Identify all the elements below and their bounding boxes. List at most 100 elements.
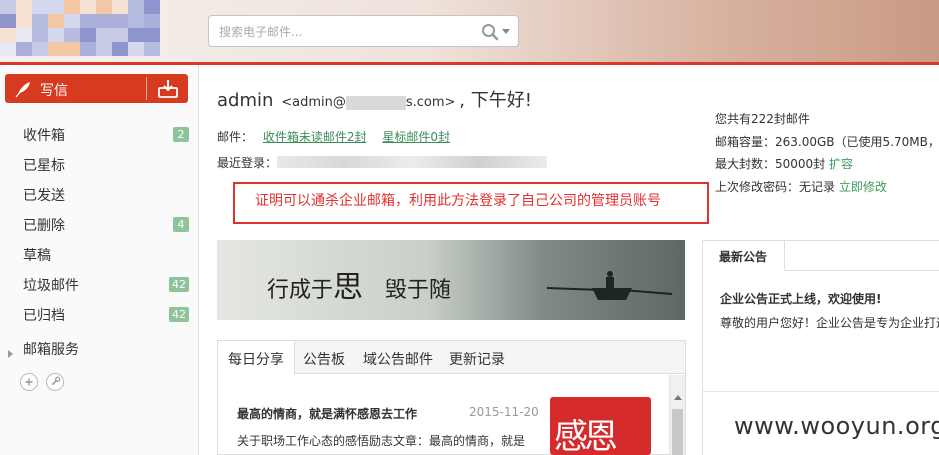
logo-mosaic-tile <box>80 28 96 42</box>
email-prefix: <admin@ <box>281 95 346 110</box>
watermark: www.wooyun.org <box>724 402 939 455</box>
receive-mail-icon[interactable] <box>157 79 179 99</box>
starred-mail-link[interactable]: 星标邮件0封 <box>382 130 450 144</box>
account-panel: 您共有222封邮件 邮箱容量：263.00GB（已使用5.70MB， 最大封数：… <box>702 65 939 455</box>
article-title[interactable]: 最高的情商，就是满怀感恩去工作 <box>237 405 417 422</box>
sidebar-item-deleted[interactable]: 已删除 4 <box>0 208 199 238</box>
mailbox-capacity: 邮箱容量：263.00GB（已使用5.70MB， <box>715 134 939 149</box>
banner-text-b: 毁于随 <box>385 278 452 303</box>
logo-mosaic-tile <box>96 28 112 42</box>
sidebar-item-archived[interactable]: 已归档 42 <box>0 298 199 328</box>
annotation-text: 证明可以通杀企业邮箱，利用此方法登录了自己公司的管理员账号 <box>255 193 661 209</box>
tab-domain-announcements[interactable]: 域公告邮件 <box>363 341 433 374</box>
logo-mosaic-tile <box>128 28 144 42</box>
announcement-headline[interactable]: 企业公告正式上线，欢迎使用! <box>720 290 881 307</box>
logo-mosaic-tile <box>16 14 32 28</box>
search-icon[interactable] <box>481 23 499 41</box>
logo-mosaic-tile <box>16 0 32 14</box>
sidebar-item-label: 已星标 <box>23 158 65 174</box>
logo-mosaic-tile <box>144 0 160 14</box>
count-badge: 42 <box>169 307 189 322</box>
logo-mosaic-tile <box>128 14 144 28</box>
logo-mosaic-tile <box>144 28 160 42</box>
tab-daily-share[interactable]: 每日分享 <box>218 341 295 375</box>
greeting: admin <admin@ s.com> , 下午好! <box>217 86 532 112</box>
logo-mosaic-tile <box>80 0 96 14</box>
article-body: 关于职场工作心态的感悟励志文章：最高的情商，就是 <box>237 434 526 448</box>
search-box[interactable] <box>208 15 519 47</box>
chevron-down-icon[interactable] <box>502 29 510 34</box>
scroll-thumb[interactable] <box>672 409 683 455</box>
add-icon[interactable] <box>20 373 38 391</box>
logo-mosaic-tile <box>128 0 144 14</box>
sidebar-item-drafts[interactable]: 草稿 <box>0 238 199 268</box>
logo-mosaic-tile <box>0 0 16 14</box>
expand-link[interactable]: 扩容 <box>829 157 853 171</box>
rowboat-icon <box>546 271 673 300</box>
search-input[interactable] <box>219 23 459 41</box>
password-row: 上次修改密码：无记录 立即修改 <box>715 176 939 199</box>
logo-mosaic-tile <box>64 28 80 42</box>
article-date: 2015-11-20 <box>469 405 539 419</box>
sidebar-item-label: 垃圾邮件 <box>23 278 79 294</box>
unread-mail-link[interactable]: 收件箱未读邮件2封 <box>263 130 367 144</box>
sidebar-item-label: 邮箱服务 <box>23 342 79 358</box>
password-label: 上次修改密码：无记录 <box>715 179 836 194</box>
logo-pixelated <box>0 0 165 56</box>
logo-mosaic-tile <box>64 0 80 14</box>
count-badge: 4 <box>173 217 189 232</box>
feather-icon <box>15 82 30 98</box>
banner-text: 行成于思 毁于随 <box>267 262 451 306</box>
logo-mosaic-tile <box>0 42 16 56</box>
sidebar-item-mail-services[interactable]: 邮箱服务 <box>0 332 199 362</box>
mail-summary: 邮件： 收件箱未读邮件2封 星标邮件0封 <box>217 128 450 145</box>
compose-button[interactable]: 写信 <box>5 74 188 103</box>
logo-mosaic-tile <box>32 0 48 14</box>
sidebar-item-sent[interactable]: 已发送 <box>0 178 199 208</box>
article-thumbnail[interactable]: 感恩 <box>550 397 651 455</box>
scroll-up-icon[interactable] <box>674 395 682 400</box>
user-email: <admin@ s.com> <box>281 95 455 110</box>
count-badge: 42 <box>169 277 189 292</box>
motto-banner: 行成于思 毁于随 <box>217 240 685 320</box>
max-mail-label: 最大封数：50000封 <box>715 157 826 171</box>
logo-mosaic-tile <box>16 42 32 56</box>
logo-mosaic-tile <box>32 28 48 42</box>
logo-mosaic-tile <box>32 42 48 56</box>
banner-text-big: 思 <box>333 270 364 305</box>
logo-mosaic-tile <box>0 28 16 42</box>
logo-mosaic-tile <box>144 42 160 56</box>
tab-changelog[interactable]: 更新记录 <box>449 341 505 374</box>
sidebar-item-starred[interactable]: 已星标 <box>0 148 199 178</box>
logo-mosaic-tile <box>144 14 160 28</box>
logo-mosaic-tile <box>32 14 48 28</box>
logo-mosaic-tile <box>64 14 80 28</box>
banner-text-a: 行成于 <box>267 278 334 303</box>
scrollbar[interactable] <box>669 375 685 455</box>
sidebar-item-inbox[interactable]: 收件箱 2 <box>0 118 199 148</box>
sidebar-item-spam[interactable]: 垃圾邮件 42 <box>0 268 199 298</box>
sidebar-item-label: 已归档 <box>23 308 65 324</box>
top-header <box>0 0 939 64</box>
email-redacted <box>345 95 406 110</box>
logo-mosaic-tile <box>112 14 128 28</box>
tab-bulletin-board[interactable]: 公告板 <box>303 341 345 374</box>
logo-mosaic-tile <box>112 42 128 56</box>
user-name: admin <box>217 90 274 111</box>
greeting-text: , 下午好! <box>459 90 532 111</box>
logo-mosaic-tile <box>48 28 64 42</box>
total-mail-count: 您共有222封邮件 <box>715 112 810 126</box>
wrench-icon[interactable] <box>46 373 64 391</box>
logo-mosaic-tile <box>48 14 64 28</box>
logo-mosaic-tile <box>48 42 64 56</box>
sidebar-item-label: 已发送 <box>23 188 65 204</box>
announcement-body: 尊敬的用户您好！企业公告是专为企业打造 <box>720 316 939 330</box>
change-password-link[interactable]: 立即修改 <box>839 180 887 194</box>
tab-latest-announcements[interactable]: 最新公告 <box>703 241 785 271</box>
sidebar-item-label: 草稿 <box>23 248 51 264</box>
logo-mosaic-tile <box>16 28 32 42</box>
max-mail-row: 最大封数：50000封 扩容 <box>715 153 939 176</box>
sidebar-item-label: 已删除 <box>23 218 65 234</box>
logo-mosaic-tile <box>96 42 112 56</box>
tabs-panel: 每日分享 公告板 域公告邮件 更新记录 最高的情商，就是满怀感恩去工作 2015… <box>217 340 686 455</box>
